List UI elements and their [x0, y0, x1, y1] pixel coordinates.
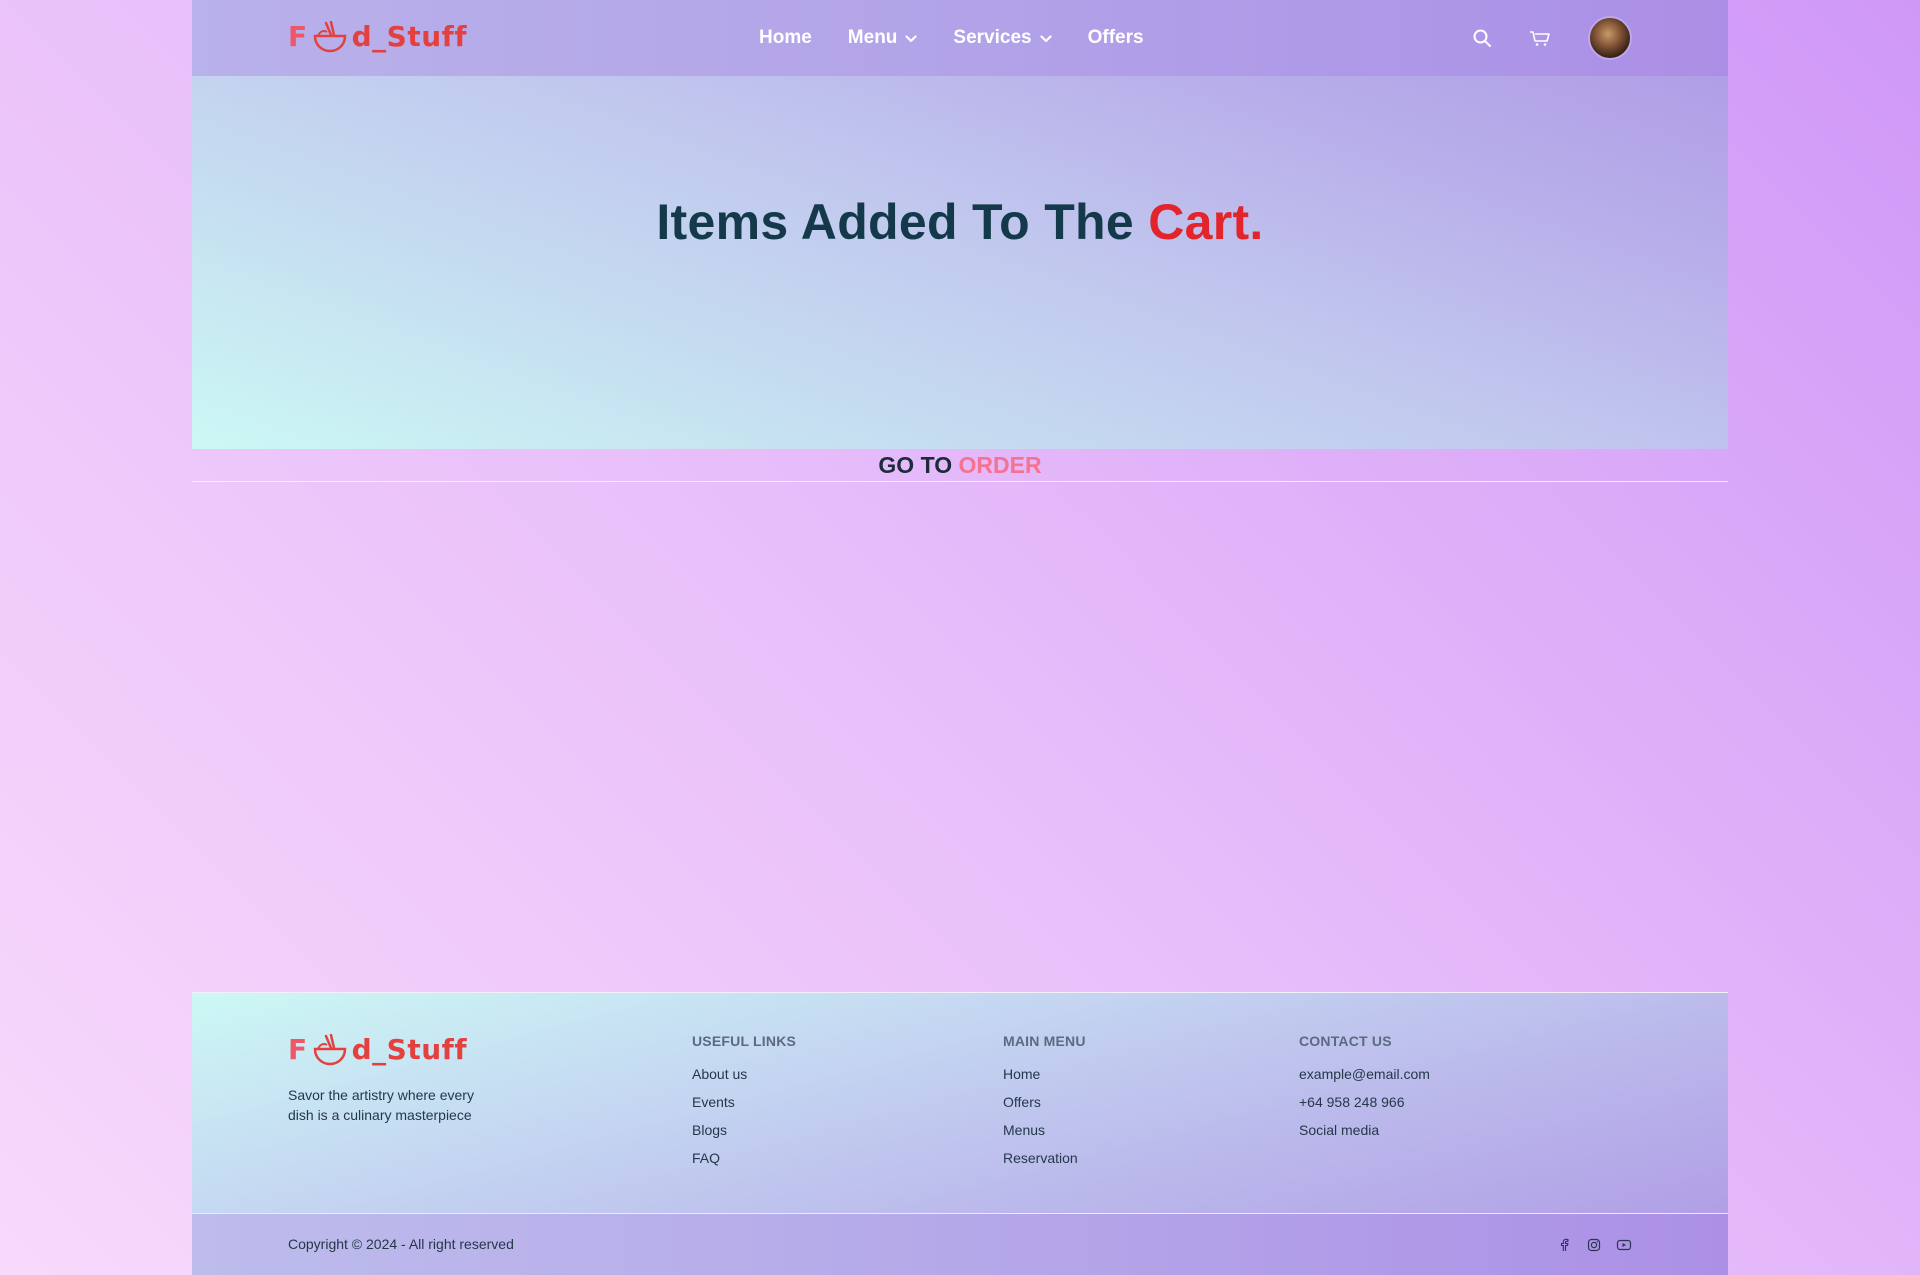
nav-item-label: Home: [759, 27, 812, 48]
logo[interactable]: F d_Stuff: [288, 20, 467, 53]
footer: F d_Stuff Savor the artistry where every…: [192, 993, 1728, 1213]
bowl-icon: [312, 1033, 348, 1066]
footer-column-heading: CONTACT US: [1299, 1033, 1392, 1049]
footer-link-faq[interactable]: FAQ: [692, 1149, 796, 1168]
footer-column-heading: USEFUL LINKS: [692, 1033, 797, 1049]
footer-link-events[interactable]: Events: [692, 1093, 796, 1112]
social-links: [1556, 1214, 1632, 1275]
go-to-order-accent: ORDER: [958, 452, 1042, 478]
logo-text-prefix: F: [288, 20, 308, 53]
copyright-text: Copyright © 2024 - All right reserved: [288, 1236, 514, 1252]
footer-link-about-us[interactable]: About us: [692, 1065, 796, 1084]
bowl-icon: [312, 20, 348, 53]
youtube-icon[interactable]: [1616, 1237, 1632, 1253]
footer-link-phone[interactable]: +64 958 248 966: [1299, 1093, 1430, 1112]
footer-column-contact-us: CONTACT US example@email.com +64 958 248…: [1299, 1033, 1430, 1149]
footer-link-reservation[interactable]: Reservation: [1003, 1149, 1086, 1168]
search-icon[interactable]: [1470, 26, 1494, 50]
footer-tagline: Savor the artistry where every dish is a…: [288, 1087, 474, 1123]
avatar[interactable]: [1588, 16, 1632, 60]
nav-item-menu[interactable]: Menu: [848, 27, 918, 49]
facebook-icon[interactable]: [1556, 1237, 1572, 1253]
go-to-order-prefix: GO TO: [878, 452, 959, 478]
nav-item-home[interactable]: Home: [759, 27, 812, 49]
footer-link-home[interactable]: Home: [1003, 1065, 1086, 1084]
footer-column-main-menu: MAIN MENU Home Offers Menus Reservation: [1003, 1033, 1086, 1177]
footer-logo[interactable]: F d_Stuff: [288, 1033, 467, 1066]
chevron-down-icon: [905, 27, 918, 49]
instagram-icon[interactable]: [1586, 1237, 1602, 1253]
nav-item-label: Services: [953, 27, 1032, 48]
chevron-down-icon: [1039, 27, 1052, 49]
nav-item-label: Offers: [1087, 27, 1144, 48]
nav-item-label: Menu: [847, 27, 898, 48]
page-title-accent: Cart.: [1148, 194, 1264, 250]
footer-link-offers[interactable]: Offers: [1003, 1093, 1086, 1112]
nav-item-offers[interactable]: Offers: [1088, 27, 1144, 49]
footer-column-useful-links: USEFUL LINKS About us Events Blogs FAQ: [692, 1033, 796, 1177]
logo-text-suffix: d_Stuff: [351, 20, 468, 53]
logo-text-suffix: d_Stuff: [351, 1033, 468, 1066]
hero-banner: Items Added To The Cart.: [192, 76, 1728, 449]
footer-link-blogs[interactable]: Blogs: [692, 1121, 796, 1140]
footer-link-email[interactable]: example@email.com: [1299, 1065, 1430, 1084]
header-actions: [1470, 0, 1632, 76]
divider: [192, 481, 1728, 482]
page-title-main: Items Added To The: [656, 194, 1149, 250]
nav-item-services[interactable]: Services: [953, 27, 1052, 49]
cart-icon[interactable]: [1528, 26, 1552, 50]
footer-link-menus[interactable]: Menus: [1003, 1121, 1086, 1140]
logo-text-prefix: F: [288, 1033, 308, 1066]
go-to-order-link[interactable]: GO TO ORDER: [192, 449, 1728, 481]
page-title: Items Added To The Cart.: [192, 193, 1728, 251]
page-container: F d_Stuff Home Menu Services Offers Item…: [192, 0, 1728, 1275]
footer-bottom-bar: Copyright © 2024 - All right reserved: [192, 1214, 1728, 1275]
header: F d_Stuff Home Menu Services Offers: [192, 0, 1728, 76]
footer-link-social-media[interactable]: Social media: [1299, 1121, 1430, 1140]
main-nav: Home Menu Services Offers: [759, 0, 1180, 76]
footer-column-heading: MAIN MENU: [1003, 1033, 1086, 1049]
